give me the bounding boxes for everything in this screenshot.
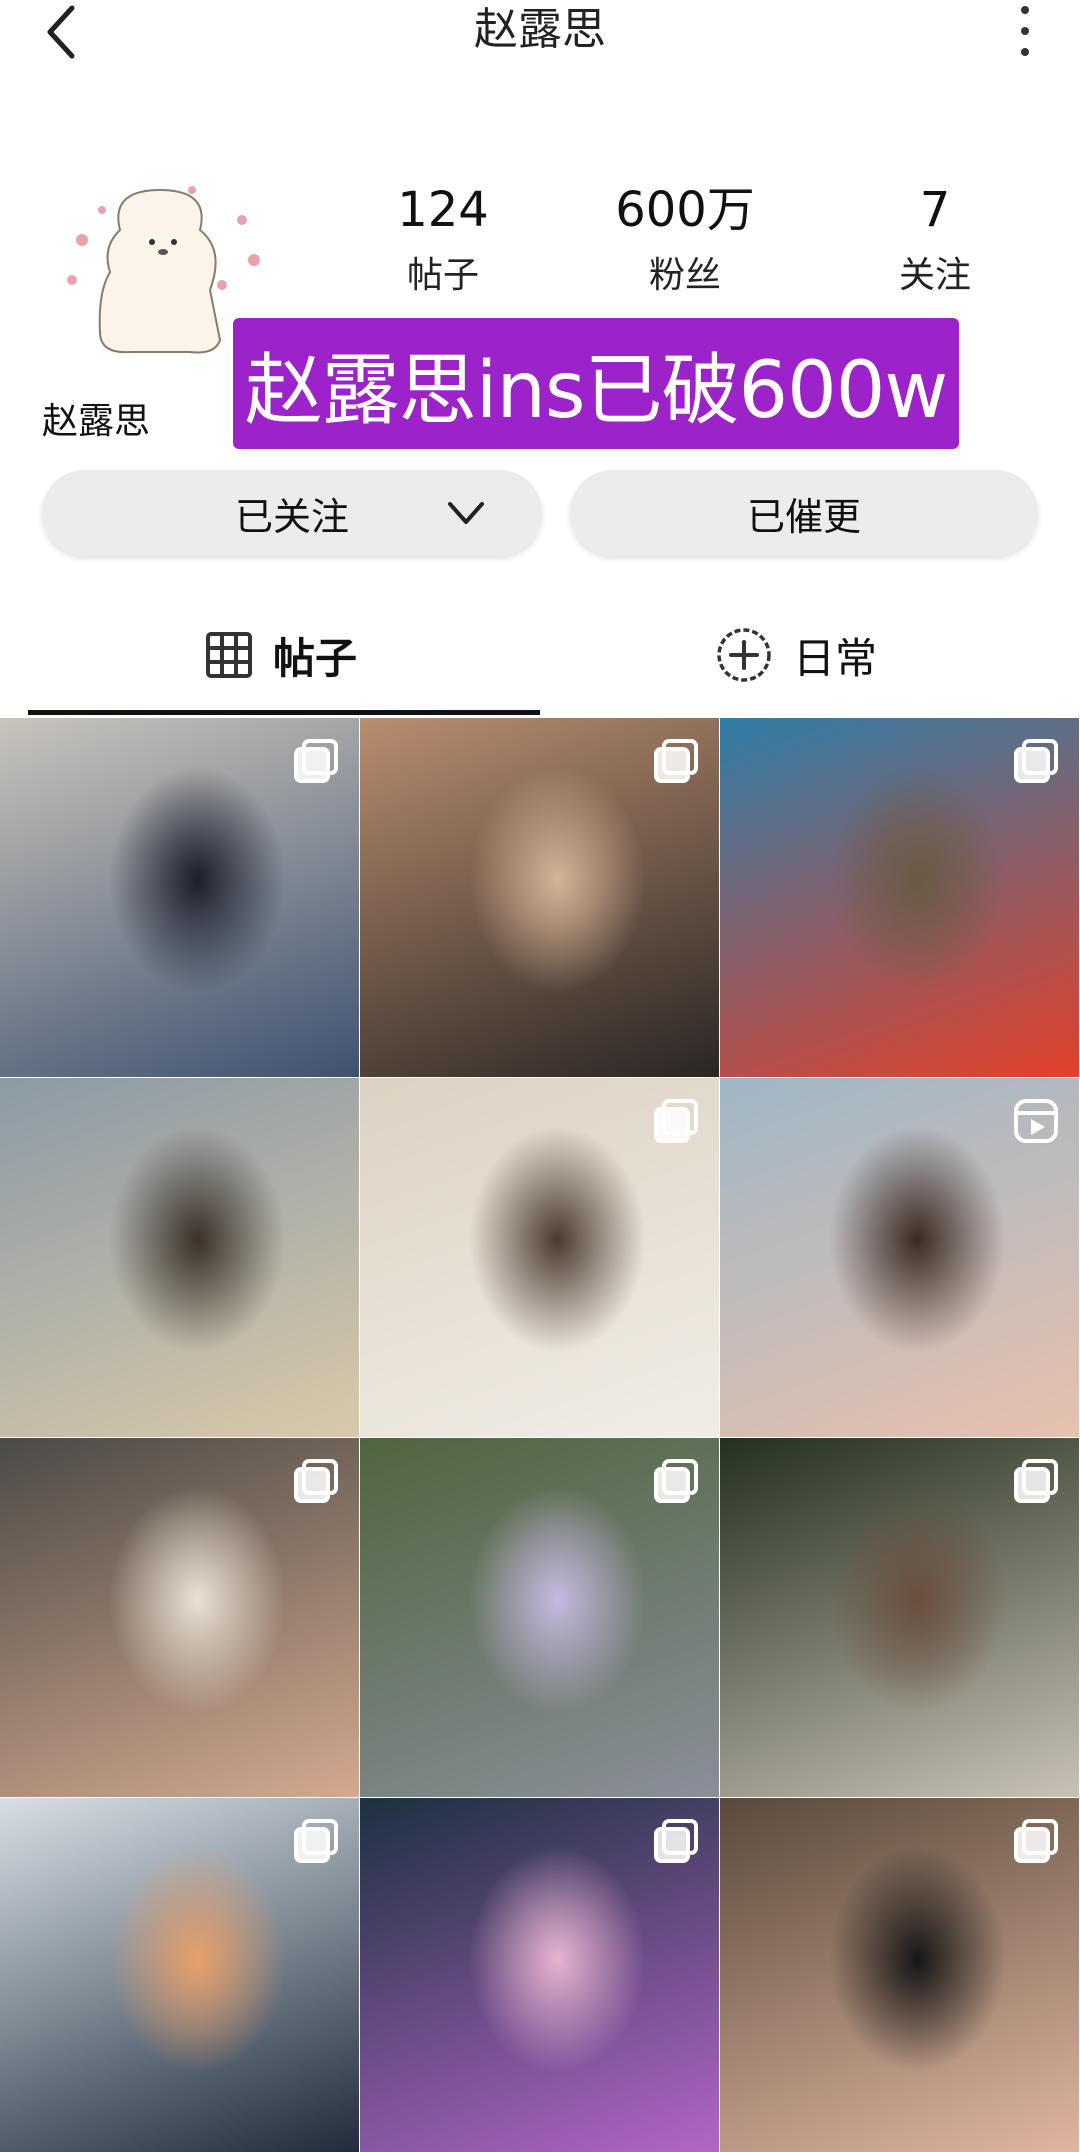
reel-icon — [1013, 1098, 1059, 1144]
stat-posts-count: 124 — [397, 182, 489, 238]
more-dot-icon — [1021, 48, 1029, 56]
post-tile[interactable] — [360, 1438, 719, 1797]
post-tile[interactable] — [360, 1798, 719, 2152]
post-tile[interactable] — [0, 1798, 359, 2152]
more-options-button[interactable] — [1010, 6, 1040, 56]
stat-followers-label: 粉丝 — [648, 255, 721, 296]
post-photo — [0, 1078, 359, 1437]
top-bar: 赵露思 — [0, 0, 1080, 70]
post-tile[interactable] — [0, 1438, 359, 1797]
multi-photo-icon — [653, 738, 699, 784]
page-title: 赵露思 — [474, 4, 606, 55]
multi-photo-icon — [653, 1098, 699, 1144]
multi-photo-icon — [653, 1458, 699, 1504]
post-tile[interactable] — [0, 1078, 359, 1437]
post-tile[interactable] — [720, 1078, 1079, 1437]
more-dot-icon — [1021, 6, 1029, 14]
multi-photo-icon — [1013, 1818, 1059, 1864]
post-tile[interactable] — [360, 718, 719, 1077]
profile-name: 赵露思 — [42, 401, 151, 442]
urge-update-button-label: 已催更 — [746, 494, 861, 539]
multi-photo-icon — [293, 1458, 339, 1504]
following-button[interactable]: 已关注 — [42, 470, 542, 556]
stat-following-count: 7 — [919, 182, 951, 238]
stat-followers[interactable]: 600万 粉丝 — [585, 180, 785, 306]
stat-following-label: 关注 — [898, 255, 971, 296]
tab-daily-label: 日常 — [793, 633, 878, 683]
post-tile[interactable] — [720, 718, 1079, 1077]
multi-photo-icon — [1013, 738, 1059, 784]
post-tile[interactable] — [720, 1798, 1079, 2152]
more-dot-icon — [1021, 27, 1029, 35]
following-button-label: 已关注 — [234, 494, 349, 539]
post-tile[interactable] — [720, 1438, 1079, 1797]
add-circle-icon — [717, 628, 771, 682]
grid-icon — [206, 632, 252, 678]
overlay-banner: 赵露思ins已破600w — [233, 318, 959, 449]
multi-photo-icon — [1013, 1458, 1059, 1504]
chevron-down-icon — [448, 502, 484, 524]
stat-following[interactable]: 7 关注 — [835, 180, 1035, 306]
multi-photo-icon — [293, 1818, 339, 1864]
tab-posts[interactable]: 帖子 — [205, 610, 357, 700]
tab-daily[interactable]: 日常 — [715, 610, 877, 700]
stat-followers-count: 600万 — [615, 182, 755, 238]
multi-photo-icon — [293, 738, 339, 784]
multi-photo-icon — [653, 1818, 699, 1864]
stat-posts-label: 帖子 — [406, 255, 479, 296]
active-tab-indicator — [28, 710, 540, 715]
tab-posts-label: 帖子 — [273, 633, 358, 683]
post-grid — [0, 718, 1080, 2152]
urge-update-button[interactable]: 已催更 — [570, 470, 1038, 556]
post-tile[interactable] — [360, 1078, 719, 1437]
stat-posts[interactable]: 124 帖子 — [343, 180, 543, 306]
post-tile[interactable] — [0, 718, 359, 1077]
